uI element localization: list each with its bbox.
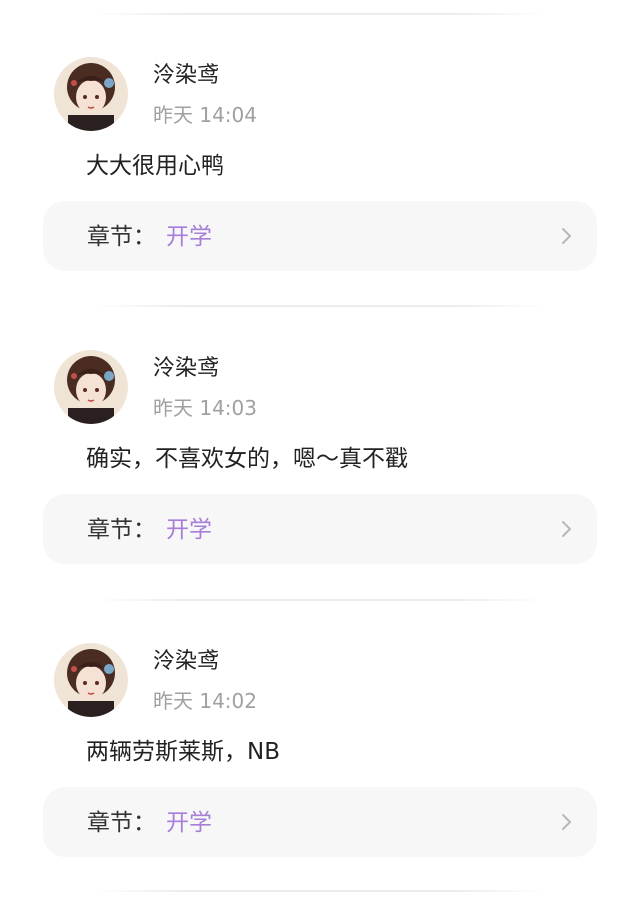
chapter-link-card[interactable]: 章节： 开学	[43, 201, 597, 271]
divider	[95, 599, 545, 601]
comment-item: 泠染鸢 昨天 14:02 两辆劳斯莱斯，NB 章节： 开学	[0, 643, 640, 873]
comment-time: 昨天 14:03	[153, 396, 257, 420]
chevron-right-icon	[562, 521, 571, 537]
chapter-label: 章节：	[87, 517, 156, 543]
chapter-title: 开学	[166, 517, 212, 543]
user-name[interactable]: 泠染鸢	[153, 61, 219, 91]
user-name[interactable]: 泠染鸢	[153, 647, 219, 677]
chapter-label: 章节：	[87, 810, 156, 836]
chapter-link-card[interactable]: 章节： 开学	[43, 787, 597, 857]
avatar[interactable]	[54, 57, 128, 131]
chapter-title: 开学	[166, 810, 212, 836]
chevron-right-icon	[562, 814, 571, 830]
divider	[95, 13, 545, 15]
comment-item: 泠染鸢 昨天 14:04 大大很用心鸭 章节： 开学	[0, 57, 640, 287]
comment-time: 昨天 14:02	[153, 689, 257, 713]
comment-item: 泠染鸢 昨天 14:03 确实，不喜欢女的，嗯～真不戳 章节： 开学	[0, 350, 640, 580]
comment-time: 昨天 14:04	[153, 103, 257, 127]
avatar[interactable]	[54, 643, 128, 717]
chapter-title: 开学	[166, 224, 212, 250]
divider	[95, 890, 545, 892]
avatar[interactable]	[54, 350, 128, 424]
comment-text: 两辆劳斯莱斯，NB	[86, 739, 280, 765]
chapter-label: 章节：	[87, 224, 156, 250]
chevron-right-icon	[562, 228, 571, 244]
comment-text: 大大很用心鸭	[86, 153, 224, 179]
divider	[95, 305, 545, 307]
comment-text: 确实，不喜欢女的，嗯～真不戳	[86, 446, 408, 472]
chapter-link-card[interactable]: 章节： 开学	[43, 494, 597, 564]
user-name[interactable]: 泠染鸢	[153, 354, 219, 384]
